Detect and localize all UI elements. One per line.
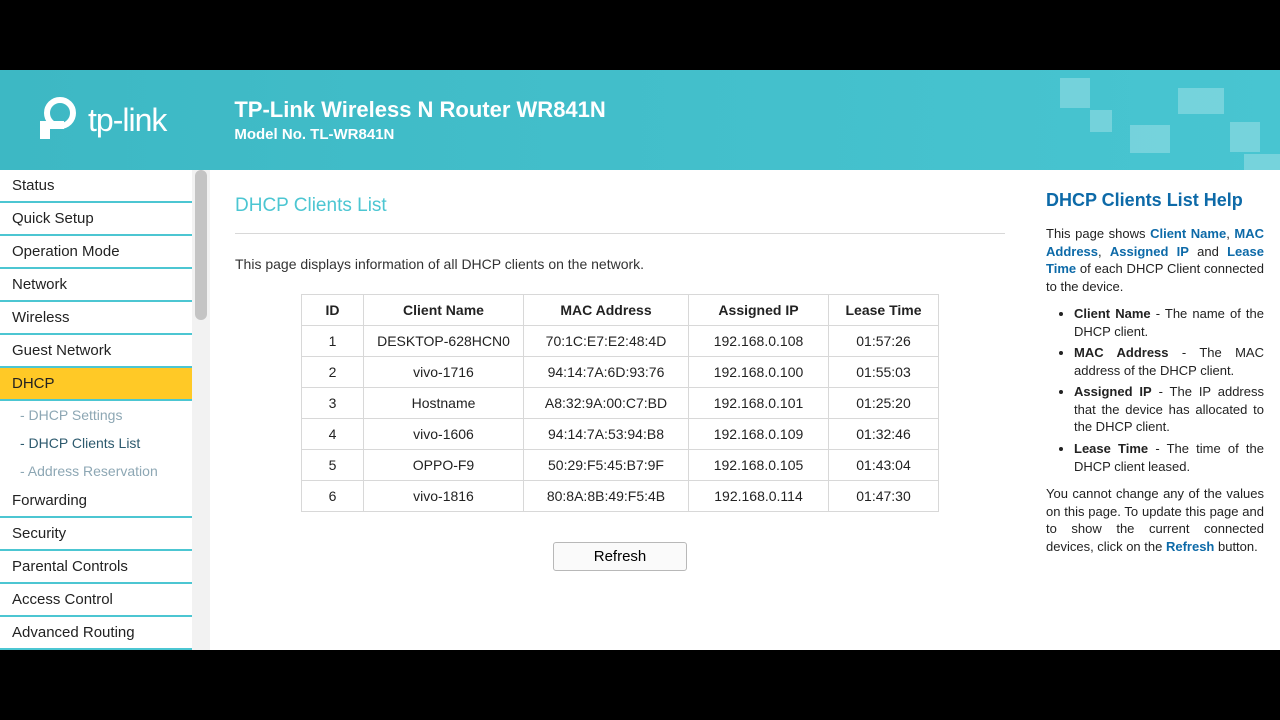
header-titles: TP-Link Wireless N Router WR841N Model N…: [234, 97, 605, 143]
cell-ip: 192.168.0.100: [689, 357, 829, 388]
col-header-lease: Lease Time: [829, 295, 939, 326]
cell-lease: 01:47:30: [829, 481, 939, 512]
sidebar-item-network[interactable]: Network: [0, 269, 192, 302]
help-bullet: Lease Time - The time of the DHCP client…: [1074, 440, 1264, 475]
sidebar-item-dhcp[interactable]: DHCP: [0, 368, 192, 401]
sidebar-item-quick-setup[interactable]: Quick Setup: [0, 203, 192, 236]
cell-mac: A8:32:9A:00:C7:BD: [524, 388, 689, 419]
help-panel: DHCP Clients List Help This page shows C…: [1030, 170, 1280, 650]
cell-mac: 80:8A:8B:49:F5:4B: [524, 481, 689, 512]
letterbox-top: [0, 0, 1280, 70]
col-header-client: Client Name: [364, 295, 524, 326]
main-content: DHCP Clients List This page displays inf…: [210, 170, 1030, 650]
refresh-button[interactable]: Refresh: [553, 542, 688, 571]
cell-id: 6: [302, 481, 364, 512]
sidebar-item-operation-mode[interactable]: Operation Mode: [0, 236, 192, 269]
sidebar-item-guest-network[interactable]: Guest Network: [0, 335, 192, 368]
sidebar-item-address-reservation[interactable]: - Address Reservation: [0, 457, 192, 485]
help-bullet: Client Name - The name of the DHCP clien…: [1074, 305, 1264, 340]
col-header-id: ID: [302, 295, 364, 326]
cell-client: vivo-1606: [364, 419, 524, 450]
help-title: DHCP Clients List Help: [1046, 190, 1264, 211]
cell-client: Hostname: [364, 388, 524, 419]
sidebar-item-advanced-routing[interactable]: Advanced Routing: [0, 617, 192, 650]
cell-id: 3: [302, 388, 364, 419]
col-header-mac: MAC Address: [524, 295, 689, 326]
sidebar-item-wireless[interactable]: Wireless: [0, 302, 192, 335]
dhcp-clients-table: ID Client Name MAC Address Assigned IP L…: [301, 294, 939, 512]
cell-ip: 192.168.0.114: [689, 481, 829, 512]
product-title: TP-Link Wireless N Router WR841N: [234, 97, 605, 123]
cell-lease: 01:57:26: [829, 326, 939, 357]
cell-ip: 192.168.0.108: [689, 326, 829, 357]
cell-ip: 192.168.0.109: [689, 419, 829, 450]
col-header-ip: Assigned IP: [689, 295, 829, 326]
cell-id: 5: [302, 450, 364, 481]
table-row: 4vivo-160694:14:7A:53:94:B8192.168.0.109…: [302, 419, 939, 450]
sidebar-item-status[interactable]: Status: [0, 170, 192, 203]
sidebar-nav: StatusQuick SetupOperation ModeNetworkWi…: [0, 170, 192, 650]
table-row: 6vivo-181680:8A:8B:49:F5:4B192.168.0.114…: [302, 481, 939, 512]
cell-lease: 01:55:03: [829, 357, 939, 388]
cell-client: vivo-1716: [364, 357, 524, 388]
table-row: 1DESKTOP-628HCN070:1C:E7:E2:48:4D192.168…: [302, 326, 939, 357]
scrollbar-thumb[interactable]: [195, 170, 207, 320]
cell-lease: 01:25:20: [829, 388, 939, 419]
page-title: DHCP Clients List: [235, 195, 1005, 234]
cell-client: DESKTOP-628HCN0: [364, 326, 524, 357]
brand-logo: tp-link: [30, 95, 166, 145]
sidebar-item-access-control[interactable]: Access Control: [0, 584, 192, 617]
cell-client: OPPO-F9: [364, 450, 524, 481]
cell-lease: 01:43:04: [829, 450, 939, 481]
help-bullet: Assigned IP - The IP address that the de…: [1074, 383, 1264, 436]
app-window: tp-link TP-Link Wireless N Router WR841N…: [0, 70, 1280, 650]
sidebar-item-security[interactable]: Security: [0, 518, 192, 551]
cell-mac: 94:14:7A:53:94:B8: [524, 419, 689, 450]
sidebar-scrollbar[interactable]: [192, 170, 210, 650]
page-description: This page displays information of all DH…: [235, 256, 1005, 272]
cell-lease: 01:32:46: [829, 419, 939, 450]
sidebar-item-forwarding[interactable]: Forwarding: [0, 485, 192, 518]
header-decoration: [980, 70, 1280, 170]
cell-id: 1: [302, 326, 364, 357]
cell-ip: 192.168.0.101: [689, 388, 829, 419]
cell-mac: 94:14:7A:6D:93:76: [524, 357, 689, 388]
sidebar-item-dhcp-settings[interactable]: - DHCP Settings: [0, 401, 192, 429]
help-footer: You cannot change any of the values on t…: [1046, 485, 1264, 555]
cell-ip: 192.168.0.105: [689, 450, 829, 481]
header-banner: tp-link TP-Link Wireless N Router WR841N…: [0, 70, 1280, 170]
cell-client: vivo-1816: [364, 481, 524, 512]
help-intro: This page shows Client Name, MAC Address…: [1046, 225, 1264, 295]
sidebar-item-dhcp-clients-list[interactable]: - DHCP Clients List: [0, 429, 192, 457]
help-bullet: MAC Address - The MAC address of the DHC…: [1074, 344, 1264, 379]
cell-mac: 50:29:F5:45:B7:9F: [524, 450, 689, 481]
cell-id: 4: [302, 419, 364, 450]
letterbox-bottom: [0, 650, 1280, 720]
tp-link-logo-icon: [30, 95, 80, 145]
sidebar-item-parental-controls[interactable]: Parental Controls: [0, 551, 192, 584]
table-row: 3HostnameA8:32:9A:00:C7:BD192.168.0.1010…: [302, 388, 939, 419]
table-row: 5OPPO-F950:29:F5:45:B7:9F192.168.0.10501…: [302, 450, 939, 481]
cell-id: 2: [302, 357, 364, 388]
help-bullets: Client Name - The name of the DHCP clien…: [1046, 305, 1264, 475]
table-row: 2vivo-171694:14:7A:6D:93:76192.168.0.100…: [302, 357, 939, 388]
model-number: Model No. TL-WR841N: [234, 126, 605, 143]
brand-text: tp-link: [88, 102, 166, 139]
cell-mac: 70:1C:E7:E2:48:4D: [524, 326, 689, 357]
